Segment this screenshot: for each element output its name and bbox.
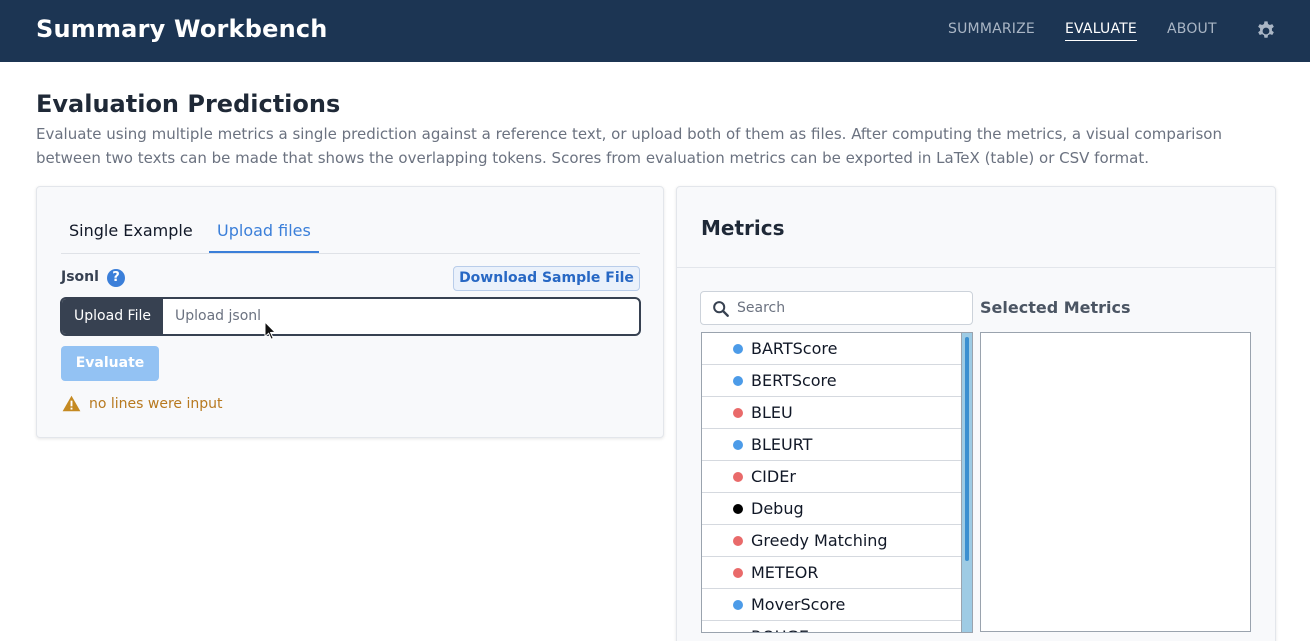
metric-name: ROUGE [751,621,809,632]
tabs-divider [61,253,640,254]
gear-icon[interactable] [1255,20,1277,42]
metric-status-dot-icon [733,536,743,546]
metric-name: CIDEr [751,467,796,486]
nav-evaluate[interactable]: EVALUATE [1065,21,1137,41]
nav-about[interactable]: ABOUT [1167,21,1217,37]
metric-list-item[interactable]: Debug [702,493,961,525]
page-description: Evaluate using multiple metrics a single… [36,125,1222,167]
metric-list-item[interactable]: Greedy Matching [702,525,961,557]
metric-status-dot-icon [733,408,743,418]
tab-single-example[interactable]: Single Example [69,221,193,240]
app-title[interactable]: Summary Workbench [36,15,328,43]
metric-name: BARTScore [751,339,838,358]
evaluate-button[interactable]: Evaluate [61,346,159,381]
metric-name: Debug [751,499,804,518]
mouse-cursor-icon [264,321,276,340]
metric-status-dot-icon [733,376,743,386]
metric-status-dot-icon [733,440,743,450]
upload-file-button[interactable]: Upload File [62,299,163,334]
metric-status-dot-icon [733,568,743,578]
metric-name: BERTScore [751,371,837,390]
file-upload-input[interactable]: Upload File Upload jsonl [60,297,641,336]
scrollbar-thumb[interactable] [965,337,969,561]
selected-metrics-title: Selected Metrics [980,298,1131,317]
selected-metrics-list [980,332,1251,632]
warning-triangle-icon [62,395,81,412]
metric-status-dot-icon [733,344,743,354]
metric-name: BLEU [751,403,793,422]
metric-name: METEOR [751,563,819,582]
tab-upload-files[interactable]: Upload files [217,221,311,240]
page-title: Evaluation Predictions [36,90,341,118]
metric-name: BLEURT [751,435,813,454]
metrics-divider [677,267,1275,268]
active-tab-indicator [209,251,319,253]
metric-list-item[interactable]: BARTScore [702,333,961,365]
metric-status-dot-icon [733,632,743,633]
metrics-card: Metrics Selected Metrics BARTScore BERTSc… [676,186,1276,641]
metric-list: BARTScore BERTScore BLEU BLEURT CIDEr Debug Gr… [701,332,973,633]
metric-name: Greedy Matching [751,531,888,550]
download-sample-file-button[interactable]: Download Sample File [453,266,640,291]
metric-status-dot-icon [733,600,743,610]
metric-status-dot-icon [733,504,743,514]
metric-list-item[interactable]: ROUGE [702,621,961,633]
metric-list-item[interactable]: BLEURT [702,429,961,461]
jsonl-label: Jsonl [61,269,99,285]
metric-list-item[interactable]: BLEU [702,397,961,429]
metric-list-item[interactable]: METEOR [702,557,961,589]
metric-list-item[interactable]: CIDEr [702,461,961,493]
metric-name: MoverScore [751,595,846,614]
upload-placeholder: Upload jsonl [175,308,262,324]
metric-list-item[interactable]: BERTScore [702,365,961,397]
nav-summarize[interactable]: SUMMARIZE [948,21,1035,37]
warning-message: no lines were input [89,396,223,412]
search-icon [713,301,729,317]
metric-search-box[interactable] [700,291,973,325]
metric-list-scrollbar[interactable] [961,333,972,632]
top-navbar: Summary Workbench SUMMARIZE EVALUATE ABO… [0,0,1310,62]
metrics-title: Metrics [701,216,785,240]
question-circle-icon[interactable]: ? [107,269,125,287]
metric-search-input[interactable] [737,292,967,324]
metric-list-item[interactable]: MoverScore [702,589,961,621]
input-card: Single Example Upload files Jsonl ? Down… [36,186,664,438]
metric-status-dot-icon [733,472,743,482]
